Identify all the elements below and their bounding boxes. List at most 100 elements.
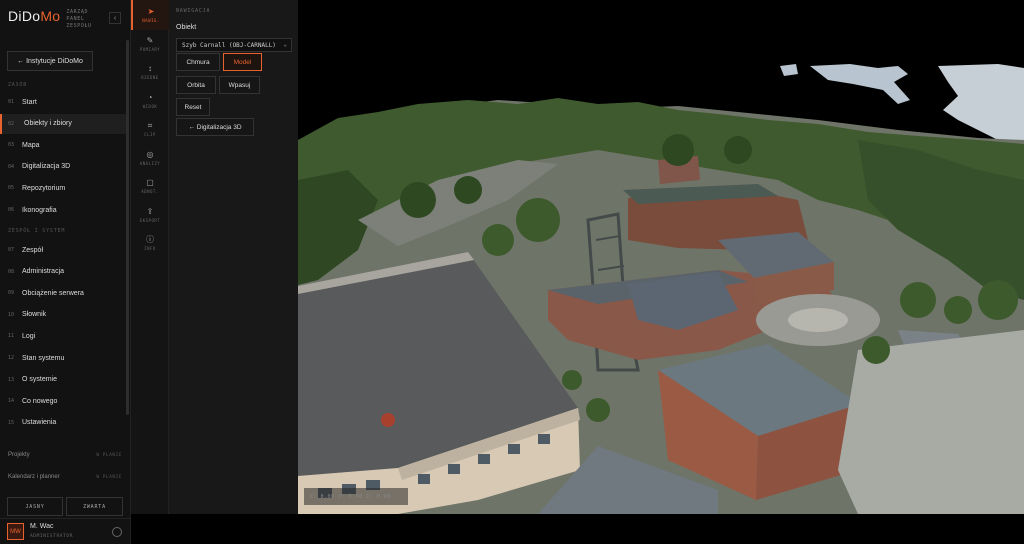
gear-icon[interactable]: [112, 527, 122, 537]
orbit-button[interactable]: Orbita: [176, 76, 216, 94]
bottom-status-bar: [131, 514, 1024, 544]
brand[interactable]: DiDoMo ZARZĄD PANEL ZESPOŁU: [8, 8, 92, 30]
sidebar-item[interactable]: 13 O systemie: [0, 370, 126, 390]
navigation-panel: NAWIGACJA Obiekt Szyb Carnall (OBJ-CARNA…: [169, 0, 298, 518]
tool-button[interactable]: ↕ RZEDNE: [131, 57, 169, 87]
fit-view-button[interactable]: Wpasuj: [219, 76, 260, 94]
tool-label: CLIP: [144, 132, 156, 137]
sidebar-item-number: 07: [8, 247, 15, 253]
avatar: MW: [7, 523, 24, 540]
sidebar-item[interactable]: 09 Obciążenie serwera: [0, 283, 126, 303]
collapse-sidebar-button[interactable]: ‹: [109, 12, 121, 24]
tool-label: POMIARY: [139, 46, 161, 52]
tool-button[interactable]: ⌗ CLIP: [131, 114, 169, 144]
tool-label: ADNOT.: [141, 189, 159, 194]
tool-button[interactable]: ✎ POMIARY: [131, 29, 169, 59]
sidebar-item[interactable]: 05 Repozytorium: [0, 178, 126, 198]
institutions-back-button[interactable]: ← Instytucje DiDoMo: [7, 51, 93, 71]
sidebar-item-label: Stan systemu: [22, 354, 65, 362]
sidebar-item-label: Digitalizacja 3D: [22, 163, 71, 171]
sidebar-item-number: 03: [8, 142, 15, 149]
sidebar-item-label: Ustawienia: [22, 419, 57, 427]
tool-label: RZEDNE: [141, 75, 159, 80]
sidebar-scrollbar[interactable]: [126, 40, 129, 415]
point-cloud-button[interactable]: Chmura: [176, 53, 220, 71]
sidebar-item[interactable]: 08 Administracja: [0, 262, 126, 282]
tool-button[interactable]: ◔ WIDOK: [131, 86, 169, 116]
sidebar-item[interactable]: 02 Obiekty i zbiory: [0, 113, 126, 134]
aerial-model-render: [298, 64, 1024, 514]
sidebar-item-number: 12: [8, 355, 15, 361]
sidebar-item-number: 04: [8, 163, 15, 170]
tool-icon: ◎: [146, 149, 154, 159]
sidebar-item-label: Administracja: [22, 268, 65, 276]
tool-icon: ⓘ: [146, 235, 154, 244]
sidebar-item-label: Obciążenie serwera: [22, 289, 84, 297]
sidebar-item-number: 11: [8, 333, 15, 340]
tool-button[interactable]: ➤ NAWIG.: [131, 0, 169, 30]
sidebar-item[interactable]: 14 Co nowego: [0, 391, 126, 411]
tool-icon: ⇪: [146, 206, 154, 216]
tool-icon: ↕: [148, 64, 152, 73]
user-role: ADMINISTRATOR: [30, 534, 74, 539]
object-label: Obiekt: [176, 24, 197, 31]
sidebar-item-number: 10: [8, 311, 15, 318]
sidebar-item[interactable]: 03 Mapa: [0, 135, 126, 155]
model-button[interactable]: Model: [223, 53, 262, 71]
panel-heading: NAWIGACJA: [176, 8, 211, 14]
tool-label: INFO: [144, 246, 156, 251]
sidebar-item[interactable]: 15 Ustawienia: [0, 413, 126, 433]
chevron-left-icon: ‹: [113, 14, 117, 22]
sidebar-item-number: 09: [8, 290, 15, 297]
tool-button[interactable]: ⓘ INFO: [131, 228, 169, 258]
viewer-tool-strip: ➤ NAWIG. ✎ POMIARY ↕ RZEDNE ◔ WIDOK ⌗ CLIP ◎ ANALIZ…: [131, 0, 169, 518]
sidebar-item[interactable]: 06 Ikonografia: [0, 200, 126, 220]
sidebar-item[interactable]: 07 Zespół: [0, 240, 126, 260]
sidebar-item[interactable]: 10 Słownik: [0, 305, 126, 325]
compact-mode-button[interactable]: ZWARTA: [66, 497, 123, 516]
brand-subtitle: ZARZĄD PANEL ZESPOŁU: [66, 9, 92, 29]
sidebar-item-number: 13: [8, 376, 15, 383]
sidebar-item-label: Słownik: [22, 311, 47, 319]
tool-label: EKSPORT: [139, 217, 161, 223]
3d-viewport[interactable]: X: 0.00 Y: 0.00 Z: 0.00: [298, 0, 1024, 514]
sidebar-item-number: 08: [8, 268, 15, 275]
sidebar-item-projekty[interactable]: Projekty W PLANIE: [8, 448, 122, 462]
tool-button[interactable]: ◎ ANALIZY: [131, 143, 169, 173]
sidebar-item-label: O systemie: [22, 376, 58, 384]
light-theme-button[interactable]: JASNY: [7, 497, 63, 516]
tool-icon: ⌗: [147, 121, 153, 130]
sidebar-item-label: Repozytorium: [22, 184, 66, 192]
sidebar-item[interactable]: 12 Stan systemu: [0, 348, 126, 368]
back-to-digitization-button[interactable]: ← Digitalizacja 3D: [176, 118, 254, 136]
sidebar-item-kalendarz[interactable]: Kalendarz i planner W PLANIE: [8, 470, 122, 484]
sidebar-item-label: Logi: [22, 332, 36, 340]
sidebar-item-number: 02: [8, 120, 15, 127]
planned-badge: W PLANIE: [96, 452, 122, 458]
section-heading-system: ZESPÓŁ I SYSTEM: [8, 228, 66, 234]
user-card[interactable]: MW M. Wac ADMINISTRATOR: [0, 518, 131, 544]
sidebar-item-number: 01: [8, 99, 15, 105]
sidebar-item-number: 06: [8, 207, 15, 213]
tool-label: NAWIG.: [142, 18, 160, 23]
sidebar-item[interactable]: 04 Digitalizacja 3D: [0, 157, 126, 177]
sidebar-item-label: Zespół: [22, 246, 44, 254]
tool-icon: ◔: [147, 92, 153, 102]
tool-button[interactable]: ▢ ADNOT.: [131, 171, 169, 201]
object-select[interactable]: Szyb Carnall (OBJ-CARNALL) ⌄: [176, 38, 292, 52]
reset-view-button[interactable]: Reset: [176, 98, 210, 116]
tool-icon: ▢: [146, 178, 154, 187]
sidebar-item-number: 15: [8, 419, 15, 426]
tool-button[interactable]: ⇪ EKSPORT: [131, 200, 169, 230]
sidebar-item[interactable]: 11 Logi: [0, 326, 126, 346]
sidebar-item-label: Obiekty i zbiory: [24, 120, 72, 128]
main-sidebar: DiDoMo ZARZĄD PANEL ZESPOŁU ‹ ← Instytuc…: [0, 0, 131, 544]
sidebar-item-number: 14: [8, 398, 15, 405]
sidebar-item-label: Mapa: [22, 141, 40, 149]
tool-icon: ➤: [147, 7, 155, 16]
tool-label: WIDOK: [142, 103, 158, 109]
sidebar-item-label: Co nowego: [22, 397, 58, 405]
user-name: M. Wac: [30, 523, 54, 530]
coordinate-readout: X: 0.00 Y: 0.00 Z: 0.00: [304, 488, 408, 505]
sidebar-item[interactable]: 01 Start: [0, 92, 126, 112]
